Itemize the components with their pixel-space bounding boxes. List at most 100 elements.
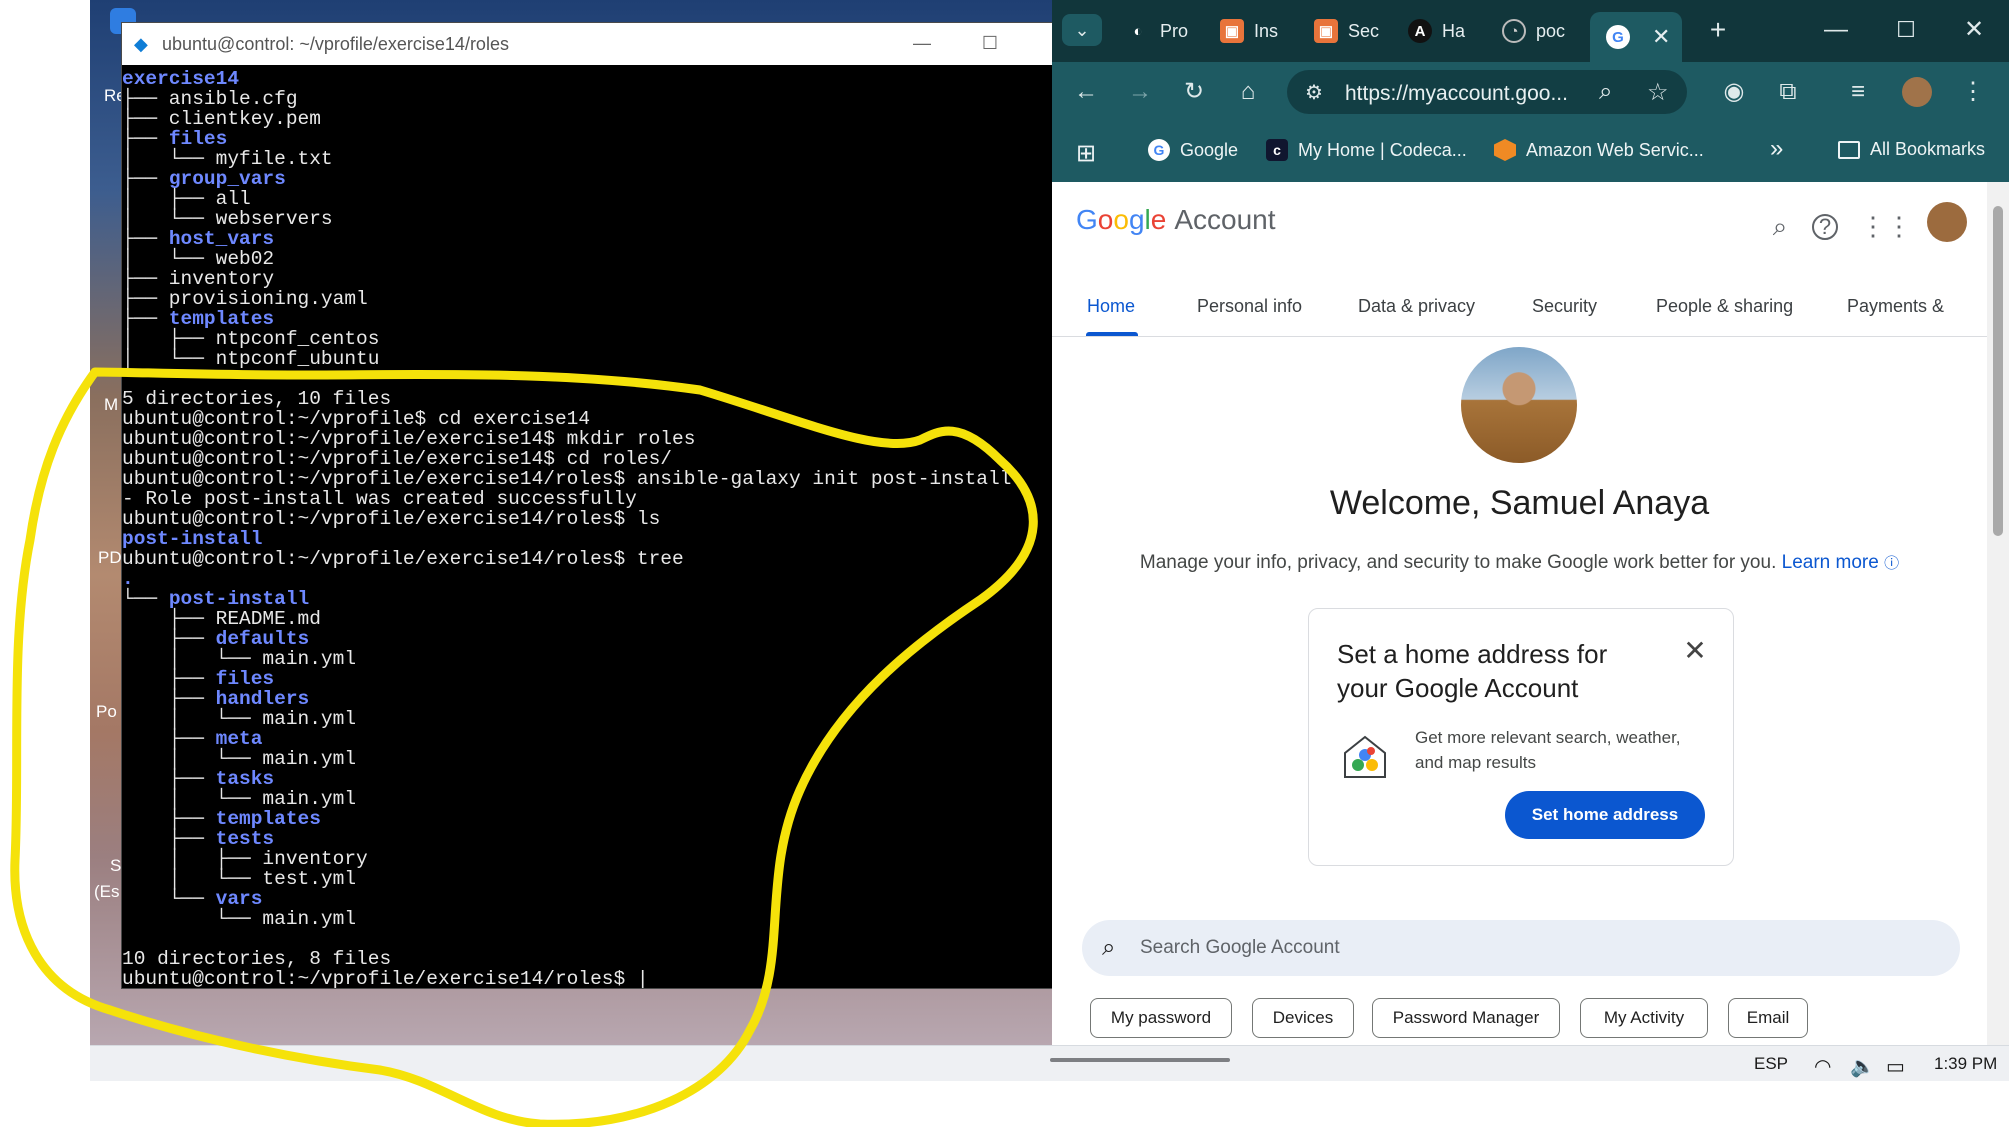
bookmark-item[interactable]: Amazon Web Servic... [1494,139,1704,161]
profile-avatar[interactable] [1902,77,1932,107]
terminal-titlebar[interactable]: ◆ ubuntu@control: ~/vprofile/exercise14/… [122,23,1053,65]
terminal-dir-name: tests [215,828,275,850]
desktop-icon-label: S [110,856,122,875]
search-account-input[interactable]: ⌕ Search Google Account [1082,920,1960,976]
search-placeholder: Search Google Account [1140,937,1340,958]
tab-search-icon[interactable]: ⌄ [1062,14,1102,46]
clock-icon: ◔ [1502,19,1526,43]
chip-password-manager[interactable]: Password Manager [1372,998,1560,1038]
terminal-line: ├── provisioning.yaml [122,289,1053,309]
account-avatar[interactable] [1927,202,1967,242]
terminal-line: ├── host_vars [122,229,1053,249]
terminal-line: │ └── test.yml [122,869,1053,889]
learn-more-link[interactable]: Learn more [1782,552,1879,573]
chip-devices[interactable]: Devices [1252,998,1354,1038]
more-bookmarks-icon[interactable]: » [1770,135,1783,163]
tab-security[interactable]: Security [1532,296,1597,317]
close-icon[interactable]: ✕ [1679,635,1711,667]
help-icon[interactable]: ? [1812,214,1838,240]
chip-my-password[interactable]: My password [1090,998,1232,1038]
terminal-text: ├── [122,128,169,150]
reload-icon[interactable]: ↻ [1178,76,1210,108]
terminal-title: ubuntu@control: ~/vprofile/exercise14/ro… [162,33,509,54]
terminal-window[interactable]: ◆ ubuntu@control: ~/vprofile/exercise14/… [121,22,1054,989]
maximize-icon[interactable]: ☐ [1890,14,1922,46]
terminal-line: │ └── ntpconf_ubuntu [122,349,1053,369]
terminal-text: ├── [122,628,216,650]
forward-icon[interactable]: → [1124,76,1156,108]
battery-icon[interactable]: ▭ [1886,1054,1905,1079]
terminal-line: ubuntu@control:~/vprofile/exercise14/rol… [122,968,1053,989]
terminal-line: ├── files [122,129,1053,149]
site-settings-icon[interactable]: ⚙ [1305,80,1323,105]
all-bookmarks-button[interactable]: All Bookmarks [1838,139,1985,160]
language-indicator[interactable]: ESP [1754,1054,1788,1074]
bookmark-item[interactable]: c My Home | Codeca... [1266,139,1467,161]
minimize-icon[interactable]: — [1820,14,1852,46]
terminal-line: └── main.yml [122,909,1053,929]
desktop-icon-label: (Es [94,882,120,901]
browser-tab[interactable]: A Ha [1408,12,1465,50]
terminal-output[interactable]: exercise14 ├── ansible.cfg ├── clientkey.p… [122,65,1053,989]
apps-grid-icon[interactable]: ⋮⋮ [1860,208,1912,244]
terminal-text: ├── [122,308,169,330]
terminal-line: ubuntu@control:~/vprofile$ cd exercise14 [122,409,1053,429]
chip-my-activity[interactable]: My Activity [1580,998,1708,1038]
browser-tab[interactable]: ◐ Pro [1126,12,1188,50]
terminal-text: │ └── web02 [122,248,275,270]
taskbar-handle[interactable] [1050,1058,1230,1062]
bookmark-star-icon[interactable]: ☆ [1647,78,1669,107]
terminal-text: ubuntu@control:~/vprofile/exercise14/rol… [122,968,649,989]
minimize-icon[interactable]: — [910,31,934,55]
tab-home[interactable]: Home [1087,296,1135,317]
browser-tab-active[interactable]: G ✕ [1590,12,1682,62]
google-account-logo[interactable]: Google Account [1076,204,1276,236]
clock[interactable]: 1:39 PM [1934,1054,1997,1074]
tab-label: poc [1536,20,1566,41]
bookmark-label: Google [1180,139,1239,160]
home-icon[interactable]: ⌂ [1232,76,1264,108]
zoom-icon[interactable]: ⌕ [1599,78,1612,106]
tab-close-icon[interactable]: ✕ [1652,24,1670,50]
google-account-page: Google Account ⌕ ? ⋮⋮ Home Personal info … [1052,182,1987,1045]
terminal-text: │ └── webservers [122,208,333,230]
media-control-icon[interactable]: ≡ [1842,76,1874,108]
google-icon: G [1148,139,1170,161]
browser-tab[interactable]: ◔ poc [1502,12,1565,50]
volume-icon[interactable]: 🔈 [1850,1054,1875,1079]
terminal-text: ubuntu@control:~/vprofile$ cd exercise14 [122,408,591,430]
bookmark-item[interactable]: G Google [1148,139,1238,161]
terminal-line: ubuntu@control:~/vprofile/exercise14/rol… [122,509,1053,529]
menu-dots-icon[interactable]: ⋮ [1957,76,1989,108]
page-scrollbar[interactable] [1987,182,2009,1045]
scrollbar-thumb[interactable] [1993,206,2003,536]
new-tab-icon[interactable]: + [1702,14,1734,46]
apps-icon[interactable]: ⊞ [1076,139,1096,168]
close-icon[interactable]: ✕ [1958,14,1990,46]
tab-payments[interactable]: Payments & [1847,296,1944,317]
search-icon[interactable]: ⌕ [1762,208,1798,244]
terminal-line: post-install [122,529,1053,549]
terminal-text: ├── README.md [122,608,321,630]
tab-people-sharing[interactable]: People & sharing [1656,296,1793,317]
address-bar[interactable]: ⚙ https://myaccount.goo... ⌕ ☆ [1287,70,1687,114]
set-home-address-button[interactable]: Set home address [1505,791,1705,839]
extensions-puzzle-icon[interactable]: ⧉ [1772,76,1804,108]
tab-data-privacy[interactable]: Data & privacy [1358,296,1475,317]
browser-window[interactable]: ⌄ ◐ Pro ▣ Ins ▣ Sec A Ha ◔ poc G ✕ + — ☐… [1052,0,2009,1045]
extension-icon[interactable]: ◉ [1718,76,1750,108]
maximize-icon[interactable]: ☐ [978,31,1002,55]
browser-tab[interactable]: ▣ Sec [1314,12,1379,50]
terminal-dir-name: handlers [215,688,310,710]
back-icon[interactable]: ← [1070,76,1102,108]
browser-tab[interactable]: ▣ Ins [1220,12,1278,50]
folder-icon [1838,140,1860,159]
profile-photo[interactable] [1461,347,1577,463]
terminal-line: │ ├── ntpconf_centos [122,329,1053,349]
logo-letter: o [1097,204,1114,235]
chip-email[interactable]: Email [1728,998,1808,1038]
help-circle-icon: ⓘ [1884,555,1900,572]
wifi-icon[interactable]: ◠ [1814,1054,1831,1079]
tab-personal-info[interactable]: Personal info [1197,296,1302,317]
home-address-card: Set a home address for your Google Accou… [1308,608,1734,866]
